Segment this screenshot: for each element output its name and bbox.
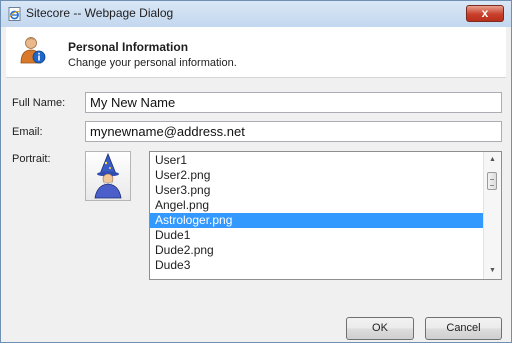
email-input[interactable]: [85, 121, 502, 142]
list-item[interactable]: User2.png: [150, 168, 484, 183]
cancel-button[interactable]: Cancel: [425, 317, 502, 340]
scrollbar-thumb[interactable]: [487, 172, 497, 190]
window-title: Sitecore -- Webpage Dialog: [26, 6, 174, 20]
title-bar[interactable]: Sitecore -- Webpage Dialog x: [1, 1, 511, 27]
portrait-list: User1 User2.png User3.png Angel.png Astrolog…: [150, 153, 484, 273]
ie-page-icon: [8, 7, 21, 21]
dialog-body: Full Name: Email: Portrait: User1User2.p…: [6, 78, 506, 340]
portrait-label: Portrait:: [12, 153, 51, 165]
portrait-preview: [85, 151, 131, 201]
scroll-up-icon[interactable]: ▲: [484, 153, 501, 167]
list-item[interactable]: Dude1: [150, 228, 484, 243]
scroll-down-icon[interactable]: ▼: [484, 264, 501, 278]
dialog-window: Sitecore -- Webpage Dialog x Personal In…: [0, 0, 512, 343]
full-name-input[interactable]: [85, 92, 502, 113]
list-item[interactable]: User1: [150, 153, 484, 168]
list-item[interactable]: User3.png: [150, 183, 484, 198]
dialog-subtitle: Change your personal information.: [68, 57, 237, 69]
list-item[interactable]: Astrologer.png: [150, 213, 484, 228]
vertical-scrollbar[interactable]: ▲ ▼: [483, 152, 501, 279]
email-label: Email:: [12, 126, 43, 138]
full-name-label: Full Name:: [12, 97, 66, 109]
list-item[interactable]: Dude2.png: [150, 243, 484, 258]
astrologer-icon: [94, 152, 122, 199]
user-info-icon: [20, 37, 46, 64]
portrait-listbox[interactable]: User1 User2.png User3.png Angel.png Astrolog…: [149, 151, 502, 280]
list-item[interactable]: Angel.png: [150, 198, 484, 213]
close-button[interactable]: x: [466, 5, 504, 22]
list-item[interactable]: Dude3: [150, 258, 484, 273]
dialog-title: Personal Information: [68, 40, 189, 54]
ok-button[interactable]: OK: [346, 317, 414, 340]
dialog-header: Personal Information Change your persona…: [6, 27, 506, 78]
